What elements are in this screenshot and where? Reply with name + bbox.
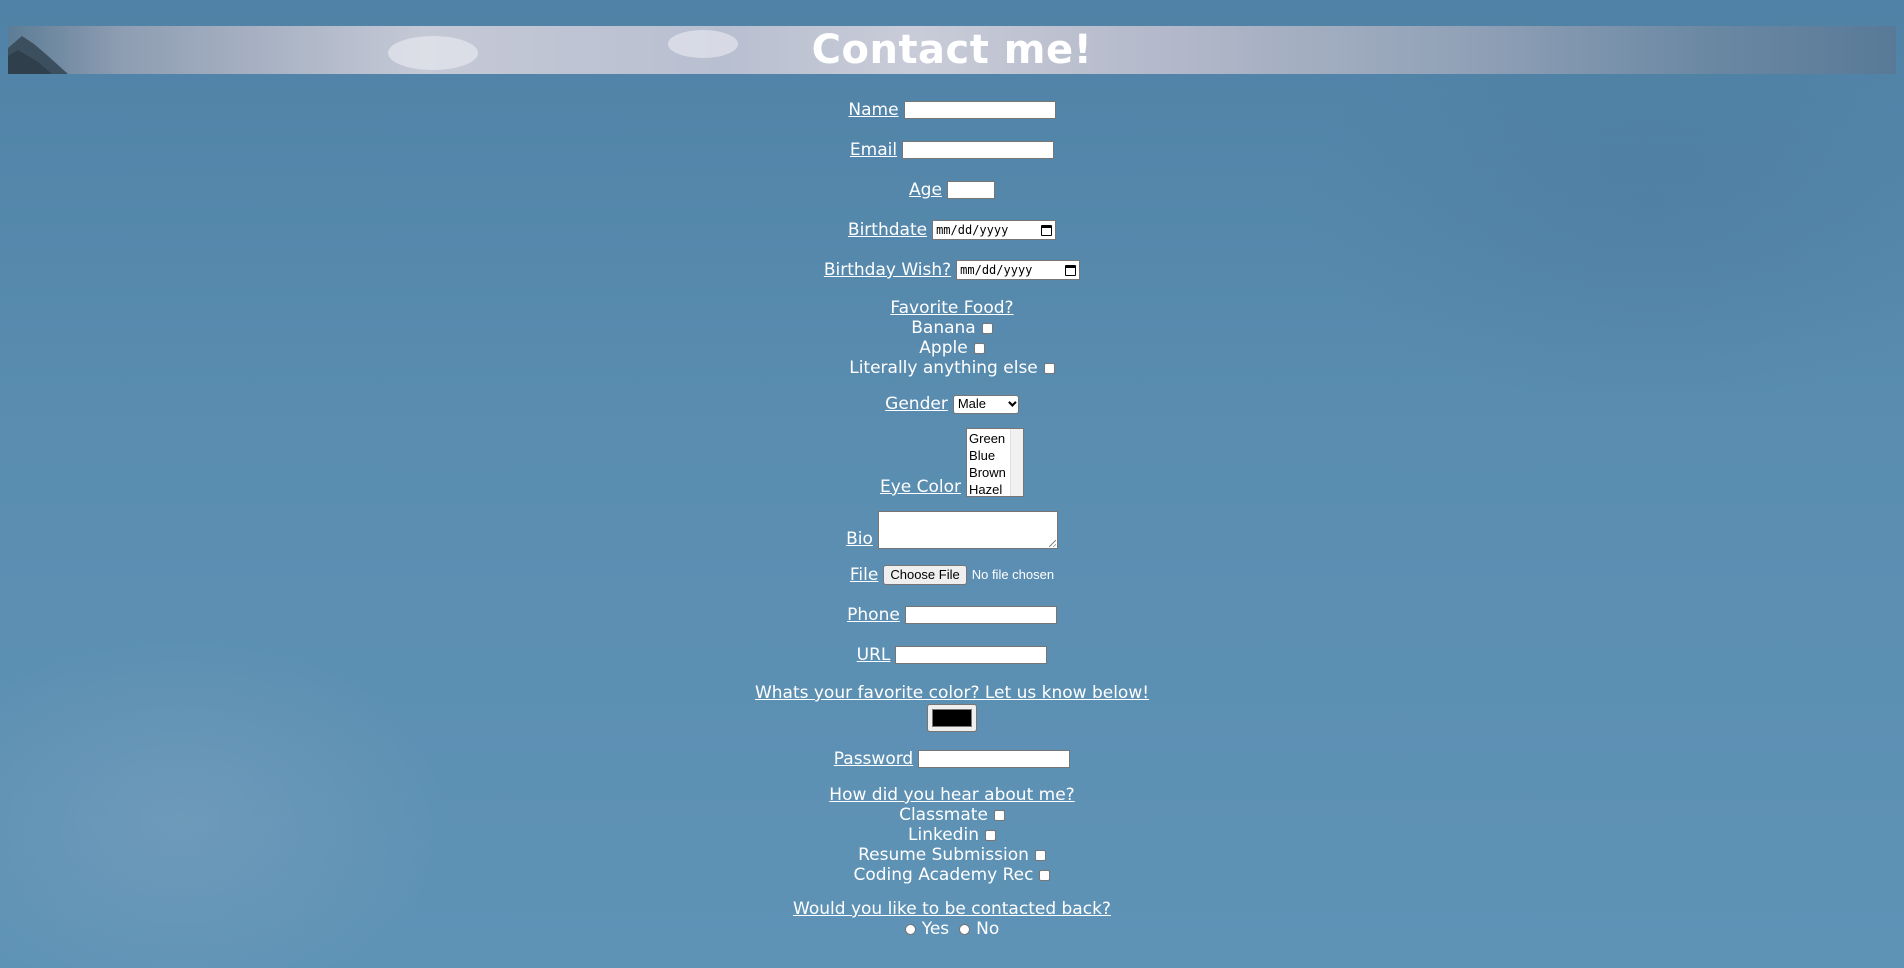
- favorite-color-group: Whats your favorite color? Let us know b…: [0, 683, 1904, 733]
- contact-back-options: Yes No: [0, 919, 1904, 939]
- banana-checkbox[interactable]: [981, 322, 993, 334]
- food-option-apple: Apple: [0, 338, 1904, 358]
- radio-label: Yes: [921, 919, 950, 939]
- no-radio[interactable]: [959, 923, 971, 935]
- bio-row: Bio: [0, 511, 1904, 549]
- eye-color-listbox[interactable]: Green Blue Brown Hazel: [966, 428, 1025, 497]
- color-picker[interactable]: [927, 704, 977, 732]
- listbox-scrollbar[interactable]: [1010, 429, 1024, 496]
- radio-label: No: [976, 919, 1000, 939]
- bio-label: Bio: [846, 529, 873, 549]
- heard-option-resume-submission: Resume Submission: [0, 845, 1904, 865]
- anything-else-checkbox[interactable]: [1043, 362, 1055, 374]
- gender-label: Gender: [885, 394, 948, 414]
- email-label: Email: [849, 140, 898, 160]
- birthdate-placeholder: mm/dd/yyyy: [936, 223, 1009, 237]
- file-row: File Choose File No file chosen: [0, 563, 1904, 587]
- heard-about-group: How did you hear about me? Classmate Lin…: [0, 785, 1904, 885]
- phone-label: Phone: [847, 605, 900, 625]
- contact-back-group: Would you like to be contacted back? Yes…: [0, 899, 1904, 939]
- password-label: Password: [833, 749, 914, 769]
- age-label: Age: [909, 180, 942, 200]
- food-option-anything-else: Literally anything else: [0, 358, 1904, 378]
- header-banner: Contact me!: [8, 26, 1896, 74]
- checkbox-label: Resume Submission: [858, 845, 1029, 865]
- heard-option-coding-academy: Coding Academy Rec: [0, 865, 1904, 885]
- linkedin-checkbox[interactable]: [984, 829, 996, 841]
- resume-submission-checkbox[interactable]: [1034, 849, 1046, 861]
- file-status: No file chosen: [971, 567, 1055, 582]
- url-input[interactable]: [895, 646, 1048, 664]
- age-input[interactable]: [946, 181, 995, 199]
- phone-input[interactable]: [904, 606, 1057, 624]
- page-title: Contact me!: [811, 27, 1093, 73]
- birthday-wish-placeholder: mm/dd/yyyy: [960, 263, 1033, 277]
- classmate-checkbox[interactable]: [993, 809, 1005, 821]
- eye-color-row: Eye Color Green Blue Brown Hazel: [0, 428, 1904, 497]
- name-row: Name: [0, 98, 1904, 122]
- email-row: Email: [0, 138, 1904, 162]
- eye-color-label: Eye Color: [879, 477, 962, 497]
- email-input[interactable]: [902, 141, 1055, 159]
- contact-back-label: Would you like to be contacted back?: [793, 899, 1111, 919]
- heard-option-classmate: Classmate: [0, 805, 1904, 825]
- name-label: Name: [848, 100, 899, 120]
- calendar-icon[interactable]: [1041, 224, 1053, 236]
- checkbox-label: Banana: [911, 318, 976, 338]
- password-input[interactable]: [918, 750, 1071, 768]
- phone-row: Phone: [0, 603, 1904, 627]
- chevron-down-icon: [1007, 398, 1017, 407]
- calendar-icon[interactable]: [1065, 264, 1077, 276]
- gender-selected-value: Male: [957, 396, 987, 411]
- bio-textarea[interactable]: [877, 511, 1058, 549]
- birthday-wish-input[interactable]: mm/dd/yyyy: [956, 260, 1081, 280]
- password-row: Password: [0, 747, 1904, 771]
- choose-file-button[interactable]: Choose File: [883, 565, 967, 585]
- url-label: URL: [856, 645, 891, 665]
- food-option-banana: Banana: [0, 318, 1904, 338]
- heard-about-label: How did you hear about me?: [829, 785, 1075, 805]
- color-swatch: [932, 709, 972, 727]
- gender-select[interactable]: Male: [952, 394, 1019, 414]
- heard-option-linkedin: Linkedin: [0, 825, 1904, 845]
- gender-row: Gender Male: [0, 392, 1904, 416]
- checkbox-label: Coding Academy Rec: [853, 865, 1034, 885]
- resize-handle-icon[interactable]: [1048, 540, 1056, 547]
- favorite-color-label: Whats your favorite color? Let us know b…: [754, 683, 1150, 703]
- favorite-food-group: Favorite Food? Banana Apple Literally an…: [0, 298, 1904, 378]
- name-input[interactable]: [903, 101, 1056, 119]
- file-label: File: [849, 565, 879, 585]
- birthdate-input[interactable]: mm/dd/yyyy: [932, 220, 1057, 240]
- birthday-wish-row: Birthday Wish? mm/dd/yyyy: [0, 258, 1904, 282]
- url-row: URL: [0, 643, 1904, 667]
- birthday-wish-label: Birthday Wish?: [823, 260, 952, 280]
- checkbox-label: Literally anything else: [849, 358, 1038, 378]
- checkbox-label: Classmate: [899, 805, 988, 825]
- coding-academy-checkbox[interactable]: [1039, 869, 1051, 881]
- contact-form: Name Email Age Birthdate mm/dd/yyyy Birt…: [0, 98, 1904, 953]
- birthdate-row: Birthdate mm/dd/yyyy: [0, 218, 1904, 242]
- yes-radio[interactable]: [904, 923, 916, 935]
- favorite-food-label: Favorite Food?: [890, 298, 1014, 318]
- checkbox-label: Apple: [919, 338, 968, 358]
- checkbox-label: Linkedin: [908, 825, 979, 845]
- birthdate-label: Birthdate: [847, 220, 928, 240]
- age-row: Age: [0, 178, 1904, 202]
- apple-checkbox[interactable]: [973, 342, 985, 354]
